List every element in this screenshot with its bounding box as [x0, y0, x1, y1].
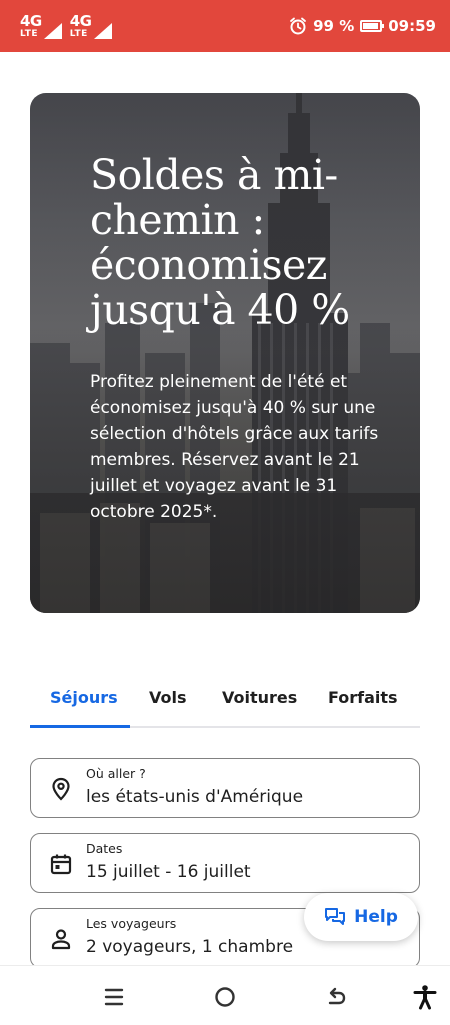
destination-label: Où aller ? — [86, 766, 146, 781]
tab-sejours[interactable]: Séjours — [50, 688, 118, 707]
system-nav-bar — [0, 965, 450, 1025]
banner-title: Soldes à mi-chemin : économisez jusqu'à … — [90, 151, 350, 334]
destination-value: les états-unis d'Amérique — [86, 787, 304, 807]
signal-group: 4G LTE 4G LTE — [20, 11, 112, 39]
tab-voitures[interactable]: Voitures — [222, 688, 297, 707]
back-icon[interactable] — [323, 984, 349, 1010]
tab-vols[interactable]: Vols — [149, 688, 187, 707]
destination-field[interactable]: Où aller ? les états-unis d'Amérique — [30, 758, 420, 818]
dates-label: Dates — [86, 841, 123, 856]
help-label: Help — [354, 907, 398, 927]
clock: 09:59 — [388, 17, 436, 35]
network-sub-2: LTE — [69, 28, 88, 39]
home-icon[interactable] — [212, 984, 238, 1010]
battery-percent: 99 % — [313, 17, 355, 35]
network-sub-1: LTE — [20, 28, 39, 39]
travellers-label: Les voyageurs — [86, 916, 177, 931]
tab-forfaits[interactable]: Forfaits — [328, 688, 398, 707]
menu-icon[interactable] — [101, 984, 127, 1010]
network-type-1: 4G — [20, 11, 42, 30]
calendar-icon — [50, 854, 72, 875]
location-pin-icon — [52, 777, 70, 801]
chat-icon — [325, 908, 346, 925]
person-icon — [51, 929, 71, 950]
network-type-2: 4G — [69, 11, 92, 30]
product-tabs: Séjours Vols Voitures Forfaits — [30, 678, 420, 728]
signal-icon — [43, 22, 62, 39]
promo-banner[interactable]: Soldes à mi-chemin : économisez jusqu'à … — [30, 93, 420, 613]
signal-icon — [93, 22, 112, 39]
help-button[interactable]: Help — [304, 893, 418, 941]
dates-value: 15 juillet - 16 juillet — [86, 862, 251, 882]
dates-field[interactable]: Dates 15 juillet - 16 juillet — [30, 833, 420, 893]
accessibility-icon[interactable] — [412, 984, 438, 1010]
status-bar: 4G LTE 4G LTE 99 % 09:59 — [0, 0, 450, 52]
alarm-icon — [290, 17, 307, 35]
battery-icon — [360, 20, 385, 32]
signal-sim-1: 4G LTE — [20, 11, 62, 39]
travellers-value: 2 voyageurs, 1 chambre — [86, 937, 294, 957]
signal-sim-2: 4G LTE — [69, 11, 112, 39]
status-right: 99 % 09:59 — [289, 17, 436, 35]
active-tab-indicator — [30, 725, 130, 728]
banner-description: Profitez pleinement de l'été et économis… — [90, 372, 379, 522]
